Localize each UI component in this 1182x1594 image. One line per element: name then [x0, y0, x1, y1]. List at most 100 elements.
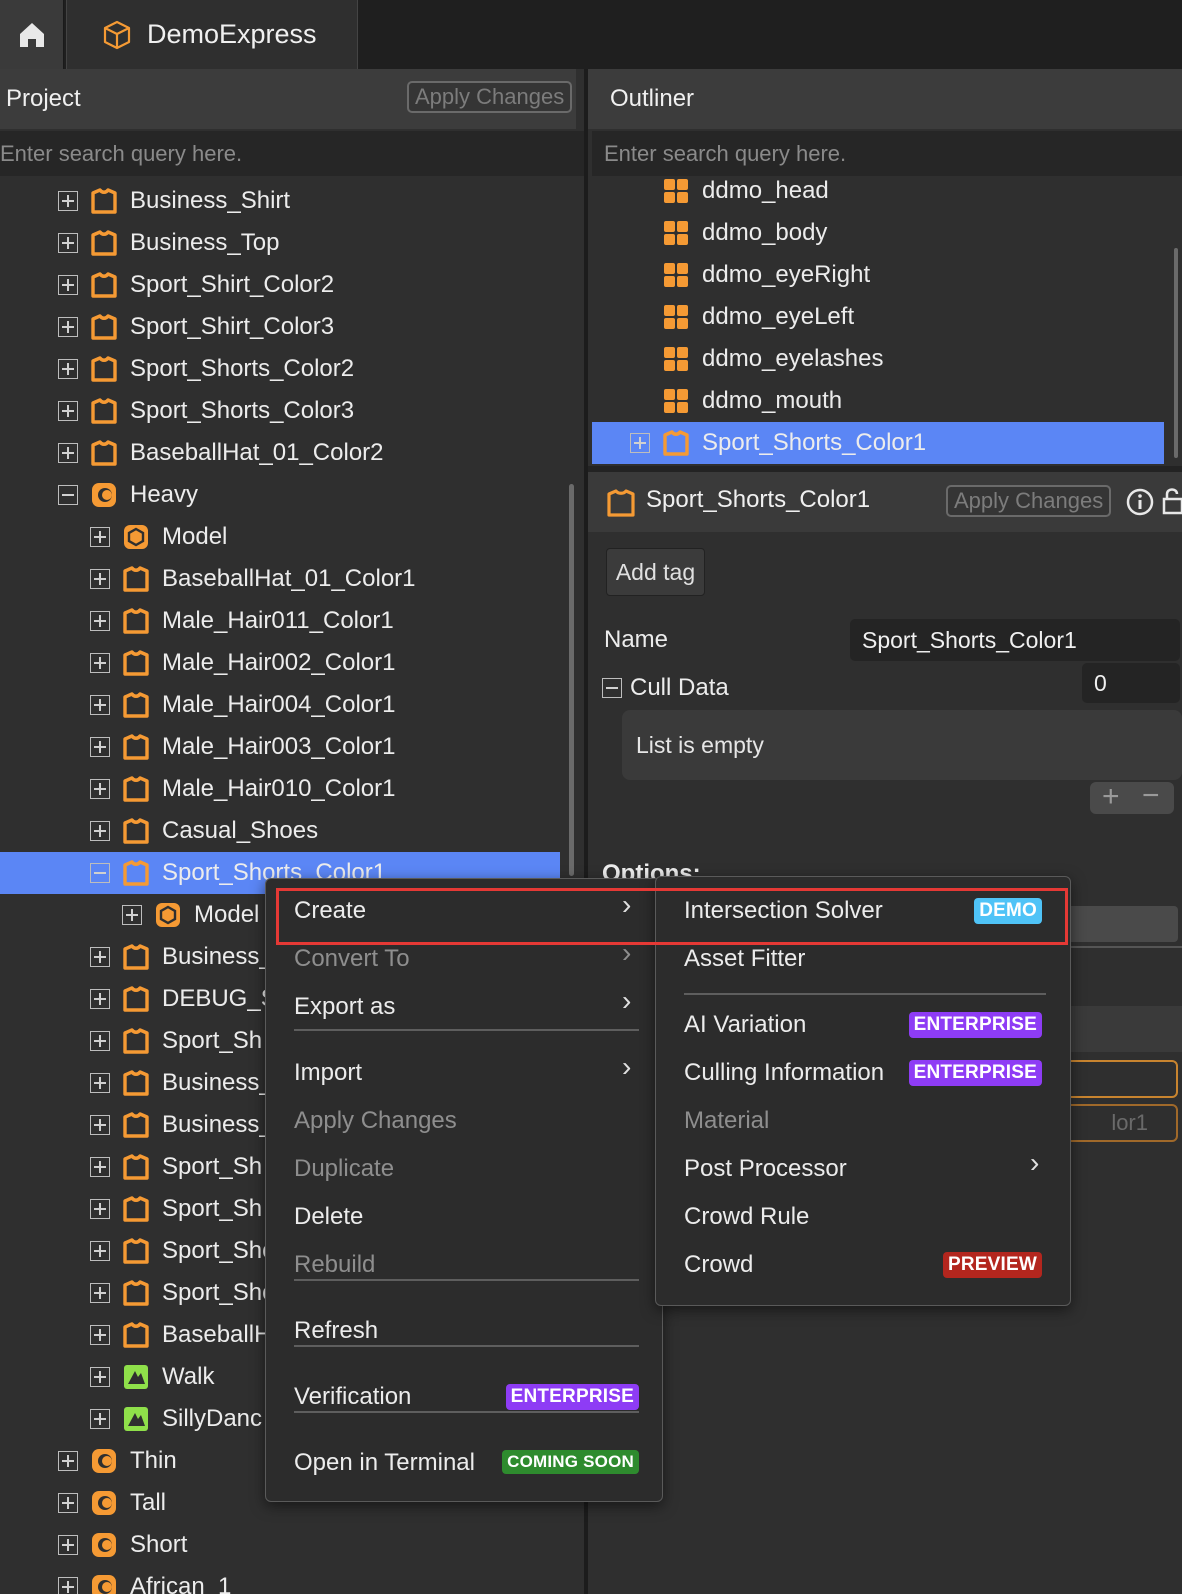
character-icon: [90, 1489, 118, 1517]
project-header: Project Apply Changes: [0, 69, 576, 129]
submenu-item[interactable]: Crowd Rule: [684, 1195, 1046, 1239]
expand-icon[interactable]: [90, 611, 110, 631]
submenu-item[interactable]: AI Variation ENTERPRISE: [684, 1003, 1046, 1047]
expand-icon[interactable]: [58, 317, 78, 337]
mesh-grid-icon: [662, 219, 690, 247]
tree-row[interactable]: Model: [0, 516, 560, 558]
home-button[interactable]: [0, 0, 64, 69]
outliner-row[interactable]: ddmo_body: [592, 212, 1164, 254]
outliner-row[interactable]: ddmo_head: [592, 172, 1164, 212]
expand-icon[interactable]: [90, 653, 110, 673]
outliner-row[interactable]: ddmo_eyeRight: [592, 254, 1164, 296]
expand-icon[interactable]: [90, 1073, 110, 1093]
expand-icon[interactable]: [90, 737, 110, 757]
project-apply-button[interactable]: Apply Changes: [407, 81, 573, 113]
tree-row[interactable]: BaseballHat_01_Color2: [0, 432, 560, 474]
submenu-item[interactable]: Post Processor ›: [684, 1147, 1046, 1191]
submenu-item-label: AI Variation: [684, 1011, 807, 1038]
expand-icon[interactable]: [58, 443, 78, 463]
outliner-row[interactable]: Sport_Shorts_Color1: [592, 422, 1164, 464]
expand-icon[interactable]: [90, 1241, 110, 1261]
expand-icon[interactable]: [90, 779, 110, 799]
expand-icon[interactable]: [58, 1451, 78, 1471]
tree-row[interactable]: Sport_Shirt_Color3: [0, 306, 560, 348]
expand-icon[interactable]: [90, 1325, 110, 1345]
tree-row[interactable]: Business_Shirt: [0, 180, 560, 222]
option-bar[interactable]: [1060, 906, 1178, 942]
outliner-scrollbar[interactable]: [1174, 248, 1178, 458]
expand-icon[interactable]: [58, 275, 78, 295]
expand-icon[interactable]: [90, 1409, 110, 1429]
expand-icon[interactable]: [58, 1577, 78, 1594]
submenu-item[interactable]: Crowd PREVIEW: [684, 1243, 1046, 1287]
expand-icon[interactable]: [90, 527, 110, 547]
collapse-icon[interactable]: [602, 678, 622, 698]
remove-item-icon[interactable]: −: [1142, 779, 1160, 813]
tree-row[interactable]: Male_Hair010_Color1: [0, 768, 560, 810]
expand-icon[interactable]: [90, 569, 110, 589]
tree-row-label: Sport_Sh: [162, 1153, 263, 1180]
outliner-search-input[interactable]: Enter search query here.: [592, 131, 1182, 176]
expand-icon[interactable]: [90, 1031, 110, 1051]
expand-icon[interactable]: [90, 989, 110, 1009]
expand-icon[interactable]: [58, 191, 78, 211]
expand-icon[interactable]: [58, 359, 78, 379]
expand-icon[interactable]: [90, 1367, 110, 1387]
outliner-title: Outliner: [610, 85, 695, 112]
tree-row[interactable]: Business_Top: [0, 222, 560, 264]
cube-icon: [103, 20, 131, 49]
outliner-row[interactable]: ddmo_eyelashes: [592, 338, 1164, 380]
expand-icon[interactable]: [90, 695, 110, 715]
tree-row[interactable]: African_1: [0, 1566, 560, 1594]
tree-row[interactable]: Male_Hair004_Color1: [0, 684, 560, 726]
outliner-row[interactable]: ddmo_eyeLeft: [592, 296, 1164, 338]
name-field[interactable]: Sport_Shorts_Color1: [850, 619, 1180, 661]
inspector-apply-button[interactable]: Apply Changes: [946, 485, 1112, 517]
tree-row[interactable]: Casual_Shoes: [0, 810, 560, 852]
collapse-icon[interactable]: [90, 863, 110, 883]
expand-icon[interactable]: [58, 233, 78, 253]
shirt-icon: [90, 313, 118, 341]
tree-row[interactable]: Male_Hair002_Color1: [0, 642, 560, 684]
expand-icon[interactable]: [122, 905, 142, 925]
tree-row[interactable]: BaseballHat_01_Color1: [0, 558, 560, 600]
menu-item[interactable]: Delete: [294, 1195, 639, 1239]
tree-row[interactable]: Sport_Shorts_Color3: [0, 390, 560, 432]
shirt-icon: [662, 429, 690, 457]
app-tab[interactable]: DemoExpress: [66, 0, 358, 69]
info-icon[interactable]: [1126, 488, 1154, 516]
submenu-badge: PREVIEW: [942, 1252, 1042, 1278]
project-search-input[interactable]: Enter search query here.: [0, 131, 584, 176]
tree-row[interactable]: Heavy: [0, 474, 560, 516]
outliner-row[interactable]: ddmo_mouth: [592, 380, 1164, 422]
collapse-icon[interactable]: [58, 485, 78, 505]
cull-count-field[interactable]: 0: [1082, 663, 1180, 703]
tree-row[interactable]: Short: [0, 1524, 560, 1566]
expand-icon[interactable]: [90, 1199, 110, 1219]
cull-data-row[interactable]: Cull Data: [602, 674, 729, 702]
expand-icon[interactable]: [90, 1115, 110, 1135]
tree-row-label: Heavy: [130, 481, 199, 508]
lock-icon[interactable]: [1162, 486, 1182, 516]
expand-icon[interactable]: [630, 433, 650, 453]
tree-row[interactable]: Male_Hair003_Color1: [0, 726, 560, 768]
expand-icon[interactable]: [90, 1157, 110, 1177]
add-item-icon[interactable]: +: [1102, 780, 1120, 814]
menu-item[interactable]: Open in Terminal COMING SOON: [294, 1441, 639, 1485]
tree-row[interactable]: Sport_Shirt_Color2: [0, 264, 560, 306]
menu-separator: [294, 1345, 639, 1347]
expand-icon[interactable]: [58, 401, 78, 421]
character-icon: [90, 1573, 118, 1594]
expand-icon[interactable]: [90, 821, 110, 841]
add-tag-button[interactable]: Add tag: [606, 548, 705, 596]
tree-row[interactable]: Sport_Shorts_Color2: [0, 348, 560, 390]
menu-item[interactable]: Export as ›: [294, 985, 639, 1029]
expand-icon[interactable]: [90, 947, 110, 967]
tree-row[interactable]: Male_Hair011_Color1: [0, 600, 560, 642]
expand-icon[interactable]: [58, 1535, 78, 1555]
expand-icon[interactable]: [90, 1283, 110, 1303]
submenu-item[interactable]: Culling Information ENTERPRISE: [684, 1051, 1046, 1095]
expand-icon[interactable]: [58, 1493, 78, 1513]
project-scrollbar[interactable]: [569, 484, 574, 876]
menu-item[interactable]: Import ›: [294, 1051, 639, 1095]
